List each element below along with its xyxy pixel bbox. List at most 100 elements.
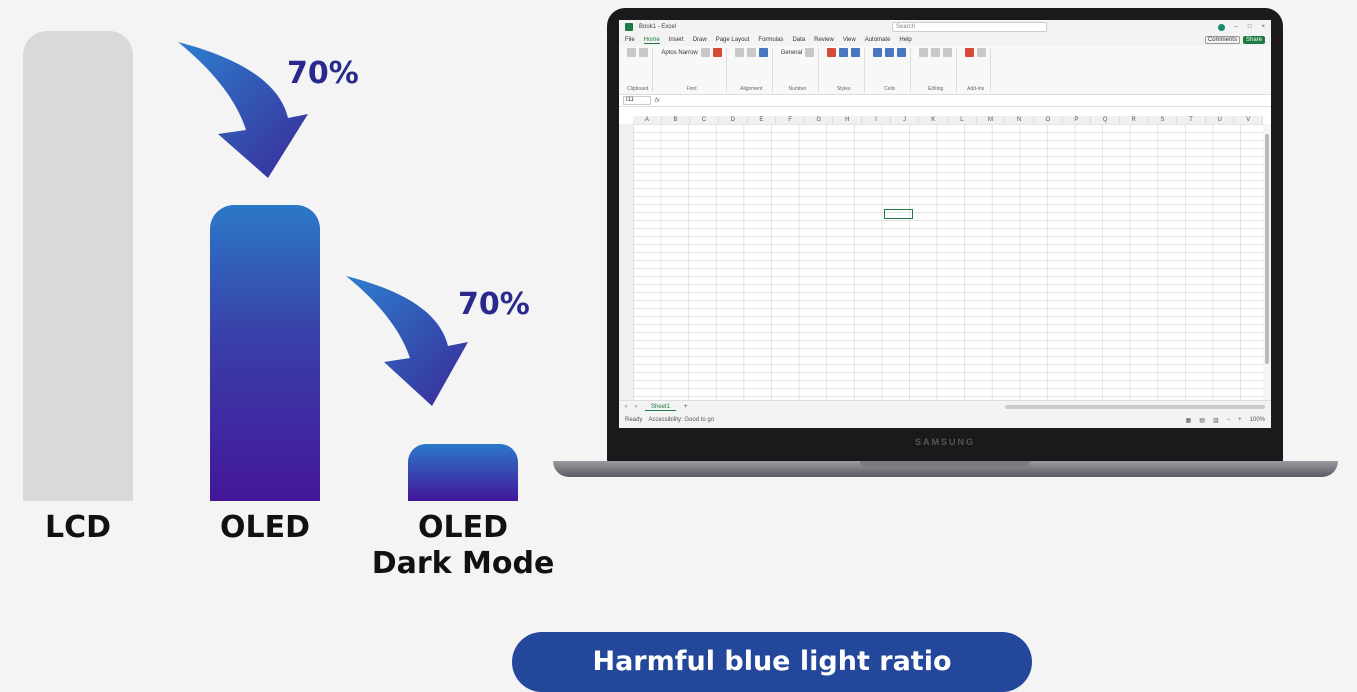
bold-icon[interactable] <box>700 48 710 57</box>
column-header[interactable]: L <box>948 116 977 124</box>
spreadsheet-grid[interactable]: A B C D E F G H I J K L M N O P Q R S T … <box>619 116 1271 400</box>
cell-grid[interactable] <box>633 124 1263 400</box>
merge-center-icon[interactable] <box>758 48 768 57</box>
close-icon[interactable]: × <box>1261 24 1265 31</box>
cell-styles-icon[interactable] <box>851 48 861 57</box>
page-break-view-icon[interactable]: ▥ <box>1213 417 1219 424</box>
tab-formulas[interactable]: Formulas <box>758 37 783 43</box>
ribbon-group-clipboard: Clipboard <box>623 48 654 92</box>
format-cells-icon[interactable] <box>897 48 907 57</box>
comments-button[interactable]: Comments <box>1204 36 1240 44</box>
name-box[interactable]: I11 <box>623 96 651 105</box>
insert-cells-icon[interactable] <box>873 48 883 57</box>
scroll-thumb[interactable] <box>1265 134 1269 364</box>
column-header[interactable]: H <box>833 116 863 124</box>
lcd-bar <box>23 31 133 501</box>
column-header[interactable]: M <box>977 116 1006 124</box>
column-header[interactable]: K <box>919 116 949 124</box>
oled-dark-mode-label-line1: OLED <box>417 510 508 545</box>
column-header[interactable]: B <box>662 116 691 124</box>
laptop-hinge-notch <box>860 461 1030 467</box>
zoom-in-icon[interactable]: + <box>1238 417 1242 424</box>
ribbon: Clipboard Aptos Narrow Font Alignment Ge… <box>619 46 1271 95</box>
column-header[interactable]: V <box>1234 116 1264 124</box>
zoom-out-icon[interactable]: − <box>1227 417 1231 424</box>
accessibility-status[interactable]: Accessibility: Good to go <box>648 417 714 423</box>
column-header[interactable]: R <box>1120 116 1149 124</box>
row-headers[interactable] <box>619 124 634 400</box>
add-ins-icon[interactable] <box>965 48 975 57</box>
minimize-icon[interactable]: – <box>1235 24 1238 31</box>
column-header[interactable]: J <box>891 116 920 124</box>
tab-view[interactable]: View <box>843 37 856 43</box>
align-center-icon[interactable] <box>746 48 756 57</box>
excel-logo-icon <box>625 23 633 31</box>
share-button[interactable]: Share <box>1242 36 1265 44</box>
column-header[interactable]: G <box>805 116 834 124</box>
conditional-formatting-icon[interactable] <box>827 48 837 57</box>
sort-filter-icon[interactable] <box>931 48 941 57</box>
horizontal-scrollbar[interactable] <box>1005 405 1265 409</box>
column-header[interactable]: A <box>633 116 662 124</box>
align-left-icon[interactable] <box>734 48 744 57</box>
dark-mode-reduction-percent: 70% <box>458 287 530 322</box>
column-header[interactable]: C <box>690 116 719 124</box>
tab-automate[interactable]: Automate <box>865 37 891 43</box>
prev-sheet-icon[interactable]: ‹ <box>625 404 627 410</box>
tab-draw[interactable]: Draw <box>693 37 707 43</box>
sheet-tab[interactable]: Sheet1 <box>645 404 677 411</box>
tab-insert[interactable]: Insert <box>669 37 684 43</box>
search-input[interactable]: Search <box>892 22 1048 32</box>
column-header[interactable]: O <box>1034 116 1063 124</box>
normal-view-icon[interactable]: ▦ <box>1186 417 1192 424</box>
font-color-icon[interactable] <box>712 48 722 57</box>
zoom-level[interactable]: 100% <box>1250 417 1265 424</box>
column-header[interactable]: I <box>862 116 891 124</box>
column-header[interactable]: P <box>1063 116 1092 124</box>
ribbon-group-number: General Number <box>777 48 820 92</box>
vertical-scrollbar[interactable] <box>1263 124 1271 400</box>
column-header[interactable]: E <box>748 116 777 124</box>
next-sheet-icon[interactable]: › <box>635 404 637 410</box>
ribbon-group-alignment: Alignment <box>731 48 773 92</box>
tab-home[interactable]: Home <box>643 37 660 44</box>
avatar[interactable] <box>1217 23 1225 31</box>
oled-reduction-percent: 70% <box>287 56 359 91</box>
font-name-select[interactable]: Aptos Narrow <box>661 50 697 56</box>
cut-icon[interactable] <box>639 48 648 57</box>
column-header[interactable]: Q <box>1091 116 1120 124</box>
ribbon-group-add-ins: Add-ins <box>961 48 992 92</box>
column-header[interactable]: S <box>1149 116 1178 124</box>
column-header[interactable]: D <box>719 116 748 124</box>
column-header[interactable]: N <box>1005 116 1034 124</box>
find-select-icon[interactable] <box>943 48 953 57</box>
autosum-icon[interactable] <box>919 48 929 57</box>
tab-help[interactable]: Help <box>899 37 911 43</box>
tab-file[interactable]: File <box>625 37 635 43</box>
ribbon-tabs: File Home Insert Draw Page Layout Formul… <box>619 34 1271 46</box>
currency-icon[interactable] <box>805 48 815 57</box>
number-format-select[interactable]: General <box>781 50 802 56</box>
column-header[interactable]: T <box>1177 116 1206 124</box>
lcd-label: LCD <box>44 510 112 545</box>
column-header[interactable]: U <box>1206 116 1235 124</box>
formula-bar: I11 fx <box>619 95 1271 107</box>
tab-review[interactable]: Review <box>814 37 834 43</box>
page-layout-view-icon[interactable]: ▤ <box>1199 417 1205 424</box>
selected-cell[interactable] <box>884 209 913 219</box>
ribbon-group-font: Aptos Narrow Font <box>657 48 727 92</box>
add-sheet-icon[interactable]: + <box>684 404 688 410</box>
delete-cells-icon[interactable] <box>885 48 895 57</box>
fx-icon[interactable]: fx <box>655 98 660 104</box>
tab-data[interactable]: Data <box>792 37 805 43</box>
format-as-table-icon[interactable] <box>839 48 849 57</box>
tab-page-layout[interactable]: Page Layout <box>716 37 750 43</box>
analyze-data-icon[interactable] <box>977 48 987 57</box>
oled-dark-mode-label-line2: Dark Mode <box>371 546 555 581</box>
status-bar: Ready Accessibility: Good to go ▦ ▤ ▥ − … <box>619 412 1271 428</box>
ribbon-group-cells: Cells <box>869 48 912 92</box>
paste-icon[interactable] <box>627 48 636 57</box>
maximize-icon[interactable]: □ <box>1248 24 1252 31</box>
oled-label: OLED <box>219 510 310 545</box>
column-header[interactable]: F <box>776 116 805 124</box>
